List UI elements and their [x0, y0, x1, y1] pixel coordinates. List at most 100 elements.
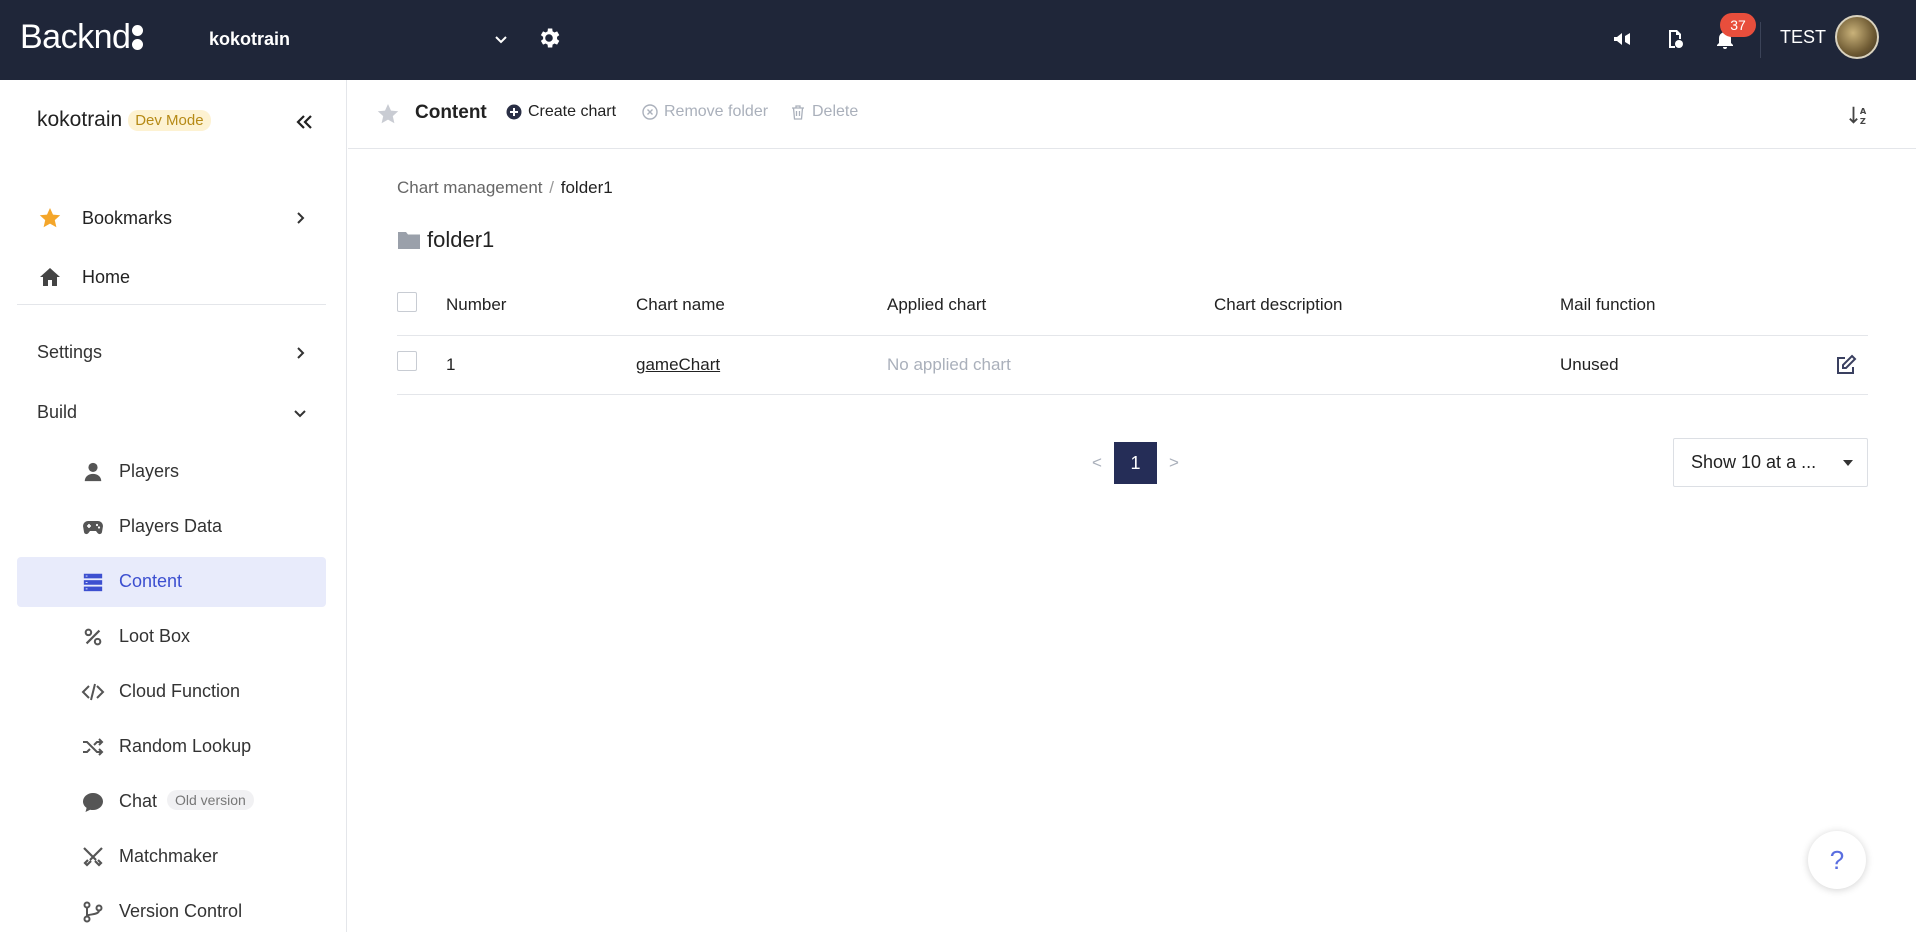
- gear-icon[interactable]: [536, 25, 562, 51]
- sidebar-section-label: Build: [37, 402, 78, 422]
- row-number: 1: [446, 355, 456, 374]
- breadcrumb-root[interactable]: Chart management: [397, 178, 543, 197]
- sidebar-item-random-lookup[interactable]: Random Lookup: [17, 722, 326, 772]
- folder-heading: folder1: [397, 227, 494, 253]
- row-checkbox[interactable]: [397, 351, 417, 371]
- folder-name: folder1: [427, 227, 495, 252]
- home-icon: [37, 264, 63, 290]
- chart-name-link[interactable]: gameChart: [636, 355, 720, 375]
- sidebar-section-label: Settings: [37, 342, 103, 362]
- remove-folder-button[interactable]: Remove folder: [642, 103, 768, 121]
- folder-icon: [398, 232, 420, 249]
- shuffle-icon: [80, 734, 106, 760]
- sidebar-item-label: Chat: [119, 791, 158, 811]
- sidebar-item-loot-box[interactable]: Loot Box: [17, 612, 326, 662]
- content-toolbar: Content Create chart Remove folder Delet…: [348, 80, 1916, 149]
- document-icon[interactable]: [1660, 24, 1690, 54]
- star-icon: [37, 205, 63, 231]
- sidebar-item-label: Bookmarks: [82, 207, 173, 228]
- sidebar-item-label: Home: [82, 266, 131, 287]
- table-row: 1 gameChart No applied chart Unused: [397, 336, 1868, 395]
- edit-icon[interactable]: [1834, 353, 1858, 377]
- sidebar-project-name: kokotrain: [37, 108, 123, 131]
- header-divider: [1760, 22, 1761, 58]
- chevron-down-icon: [294, 410, 306, 418]
- avatar[interactable]: [1835, 15, 1879, 59]
- page-size-value: Show 10 at a ...: [1691, 452, 1817, 472]
- sidebar-item-version-control[interactable]: Version Control: [17, 887, 326, 932]
- applied-chart-value: No applied chart: [887, 355, 1011, 374]
- page-size-select[interactable]: Show 10 at a ...: [1673, 438, 1868, 487]
- sidebar-item-players[interactable]: Players: [17, 447, 326, 497]
- swords-icon: [80, 844, 106, 870]
- sort-icon[interactable]: A Z: [1848, 104, 1870, 126]
- chevron-down-icon: [495, 36, 507, 44]
- breadcrumb: Chart management / folder1: [397, 178, 613, 198]
- sidebar-divider: [17, 304, 326, 305]
- mail-function-value: Unused: [1560, 355, 1619, 374]
- delete-button[interactable]: Delete: [790, 103, 858, 121]
- collapse-sidebar-icon[interactable]: [292, 110, 316, 134]
- select-all-checkbox[interactable]: [397, 292, 417, 312]
- sidebar-item-content[interactable]: Content: [17, 557, 326, 607]
- sidebar-section-build[interactable]: Build: [17, 388, 326, 438]
- sidebar-item-label: Random Lookup: [119, 736, 252, 756]
- code-icon: [80, 679, 106, 705]
- help-button[interactable]: ?: [1808, 831, 1866, 889]
- logo-dots: [132, 25, 144, 50]
- page-title: Content: [415, 102, 487, 123]
- column-header-mail-function: Mail function: [1560, 295, 1656, 314]
- breadcrumb-separator: /: [549, 178, 554, 197]
- logo[interactable]: Backnd: [20, 18, 144, 57]
- project-selector[interactable]: kokotrain: [209, 24, 509, 54]
- user-name[interactable]: TEST: [1780, 27, 1826, 48]
- sidebar-section-settings[interactable]: Settings: [17, 328, 326, 378]
- gamepad-icon: [80, 514, 106, 540]
- announcement-icon[interactable]: [1608, 24, 1638, 54]
- caret-down-icon: [1843, 460, 1853, 466]
- sidebar-item-label: Content: [119, 571, 183, 591]
- svg-text:A: A: [1860, 106, 1867, 116]
- chart-table: Number Chart name Applied chart Chart de…: [397, 280, 1868, 395]
- sidebar-item-label: Matchmaker: [119, 846, 219, 866]
- prev-page-button[interactable]: <: [1080, 453, 1114, 473]
- sidebar-item-players-data[interactable]: Players Data: [17, 502, 326, 552]
- list-icon: [80, 569, 106, 595]
- top-bar: Backnd kokotrain 37 TEST: [0, 0, 1916, 80]
- sidebar-project: kokotrain Dev Mode: [37, 108, 211, 132]
- sidebar-item-label: Version Control: [119, 901, 243, 921]
- create-chart-label: Create chart: [528, 103, 617, 120]
- trash-icon: [792, 105, 804, 120]
- dev-mode-badge: Dev Mode: [128, 109, 211, 131]
- branch-icon: [80, 899, 106, 925]
- delete-label: Delete: [812, 103, 859, 120]
- table-header: Number Chart name Applied chart Chart de…: [397, 280, 1868, 336]
- chat-icon: [80, 789, 106, 815]
- chevron-right-icon: [297, 212, 305, 224]
- help-icon: ?: [1829, 844, 1845, 875]
- old-version-tag: Old version: [167, 790, 254, 810]
- breadcrumb-current: folder1: [560, 178, 613, 197]
- sidebar-item-cloud-function[interactable]: Cloud Function: [17, 667, 326, 717]
- sidebar-item-label: Cloud Function: [119, 681, 241, 701]
- column-header-chart-name: Chart name: [636, 295, 725, 314]
- bookmark-star-icon[interactable]: [376, 102, 400, 126]
- close-circle-icon: [642, 104, 658, 120]
- page-1-button[interactable]: 1: [1114, 442, 1157, 484]
- logo-text: Backnd: [20, 18, 131, 56]
- pagination: < 1 >: [1080, 442, 1191, 484]
- sidebar-item-home[interactable]: Home: [17, 252, 326, 302]
- sidebar-item-label: Players Data: [119, 516, 223, 536]
- next-page-button[interactable]: >: [1157, 453, 1191, 473]
- column-header-applied-chart: Applied chart: [887, 295, 987, 314]
- svg-text:Z: Z: [1860, 116, 1866, 126]
- sidebar: kokotrain Dev Mode Bookmarks Home Settin…: [0, 80, 347, 932]
- project-selector-label: kokotrain: [209, 28, 291, 49]
- sidebar-item-chat[interactable]: Chat Old version: [17, 777, 326, 827]
- column-header-number: Number: [446, 295, 507, 314]
- create-chart-button[interactable]: Create chart: [506, 103, 616, 121]
- sidebar-item-matchmaker[interactable]: Matchmaker: [17, 832, 326, 882]
- sidebar-item-bookmarks[interactable]: Bookmarks: [17, 193, 326, 243]
- sidebar-item-label: Players: [119, 461, 180, 481]
- chevron-right-icon: [297, 347, 305, 359]
